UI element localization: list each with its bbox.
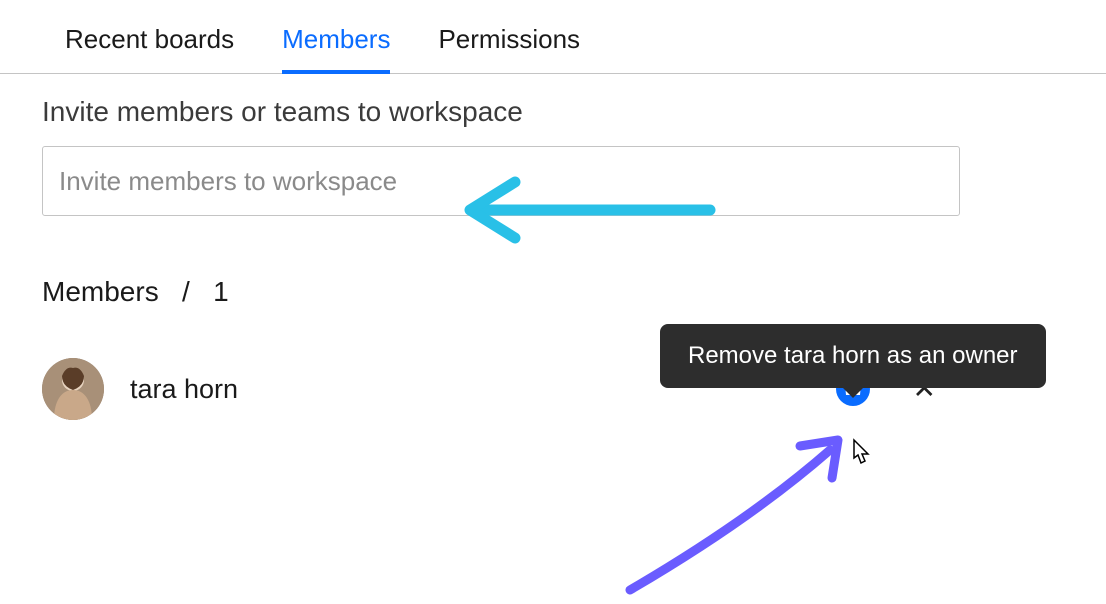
- cursor-pointer-icon: [846, 438, 876, 472]
- invite-section: Invite members or teams to workspace: [0, 74, 1106, 216]
- invite-input[interactable]: [42, 146, 960, 216]
- tab-members[interactable]: Members: [282, 24, 390, 73]
- members-header-separator: /: [182, 276, 190, 307]
- members-header-label: Members: [42, 276, 159, 307]
- tab-permissions[interactable]: Permissions: [438, 24, 580, 73]
- avatar-image: [42, 358, 104, 420]
- avatar[interactable]: [42, 358, 104, 420]
- members-section: Members / 1 tara horn ✕: [0, 216, 1106, 420]
- members-count-header: Members / 1: [42, 276, 1064, 308]
- members-count: 1: [213, 276, 229, 307]
- invite-label: Invite members or teams to workspace: [42, 96, 1064, 128]
- owner-tooltip: Remove tara horn as an owner: [660, 324, 1046, 388]
- tab-recent-boards[interactable]: Recent boards: [65, 24, 234, 73]
- tooltip-text: Remove tara horn as an owner: [688, 342, 1018, 369]
- annotation-arrow-purple: [610, 430, 870, 600]
- tab-bar: Recent boards Members Permissions: [0, 0, 1106, 74]
